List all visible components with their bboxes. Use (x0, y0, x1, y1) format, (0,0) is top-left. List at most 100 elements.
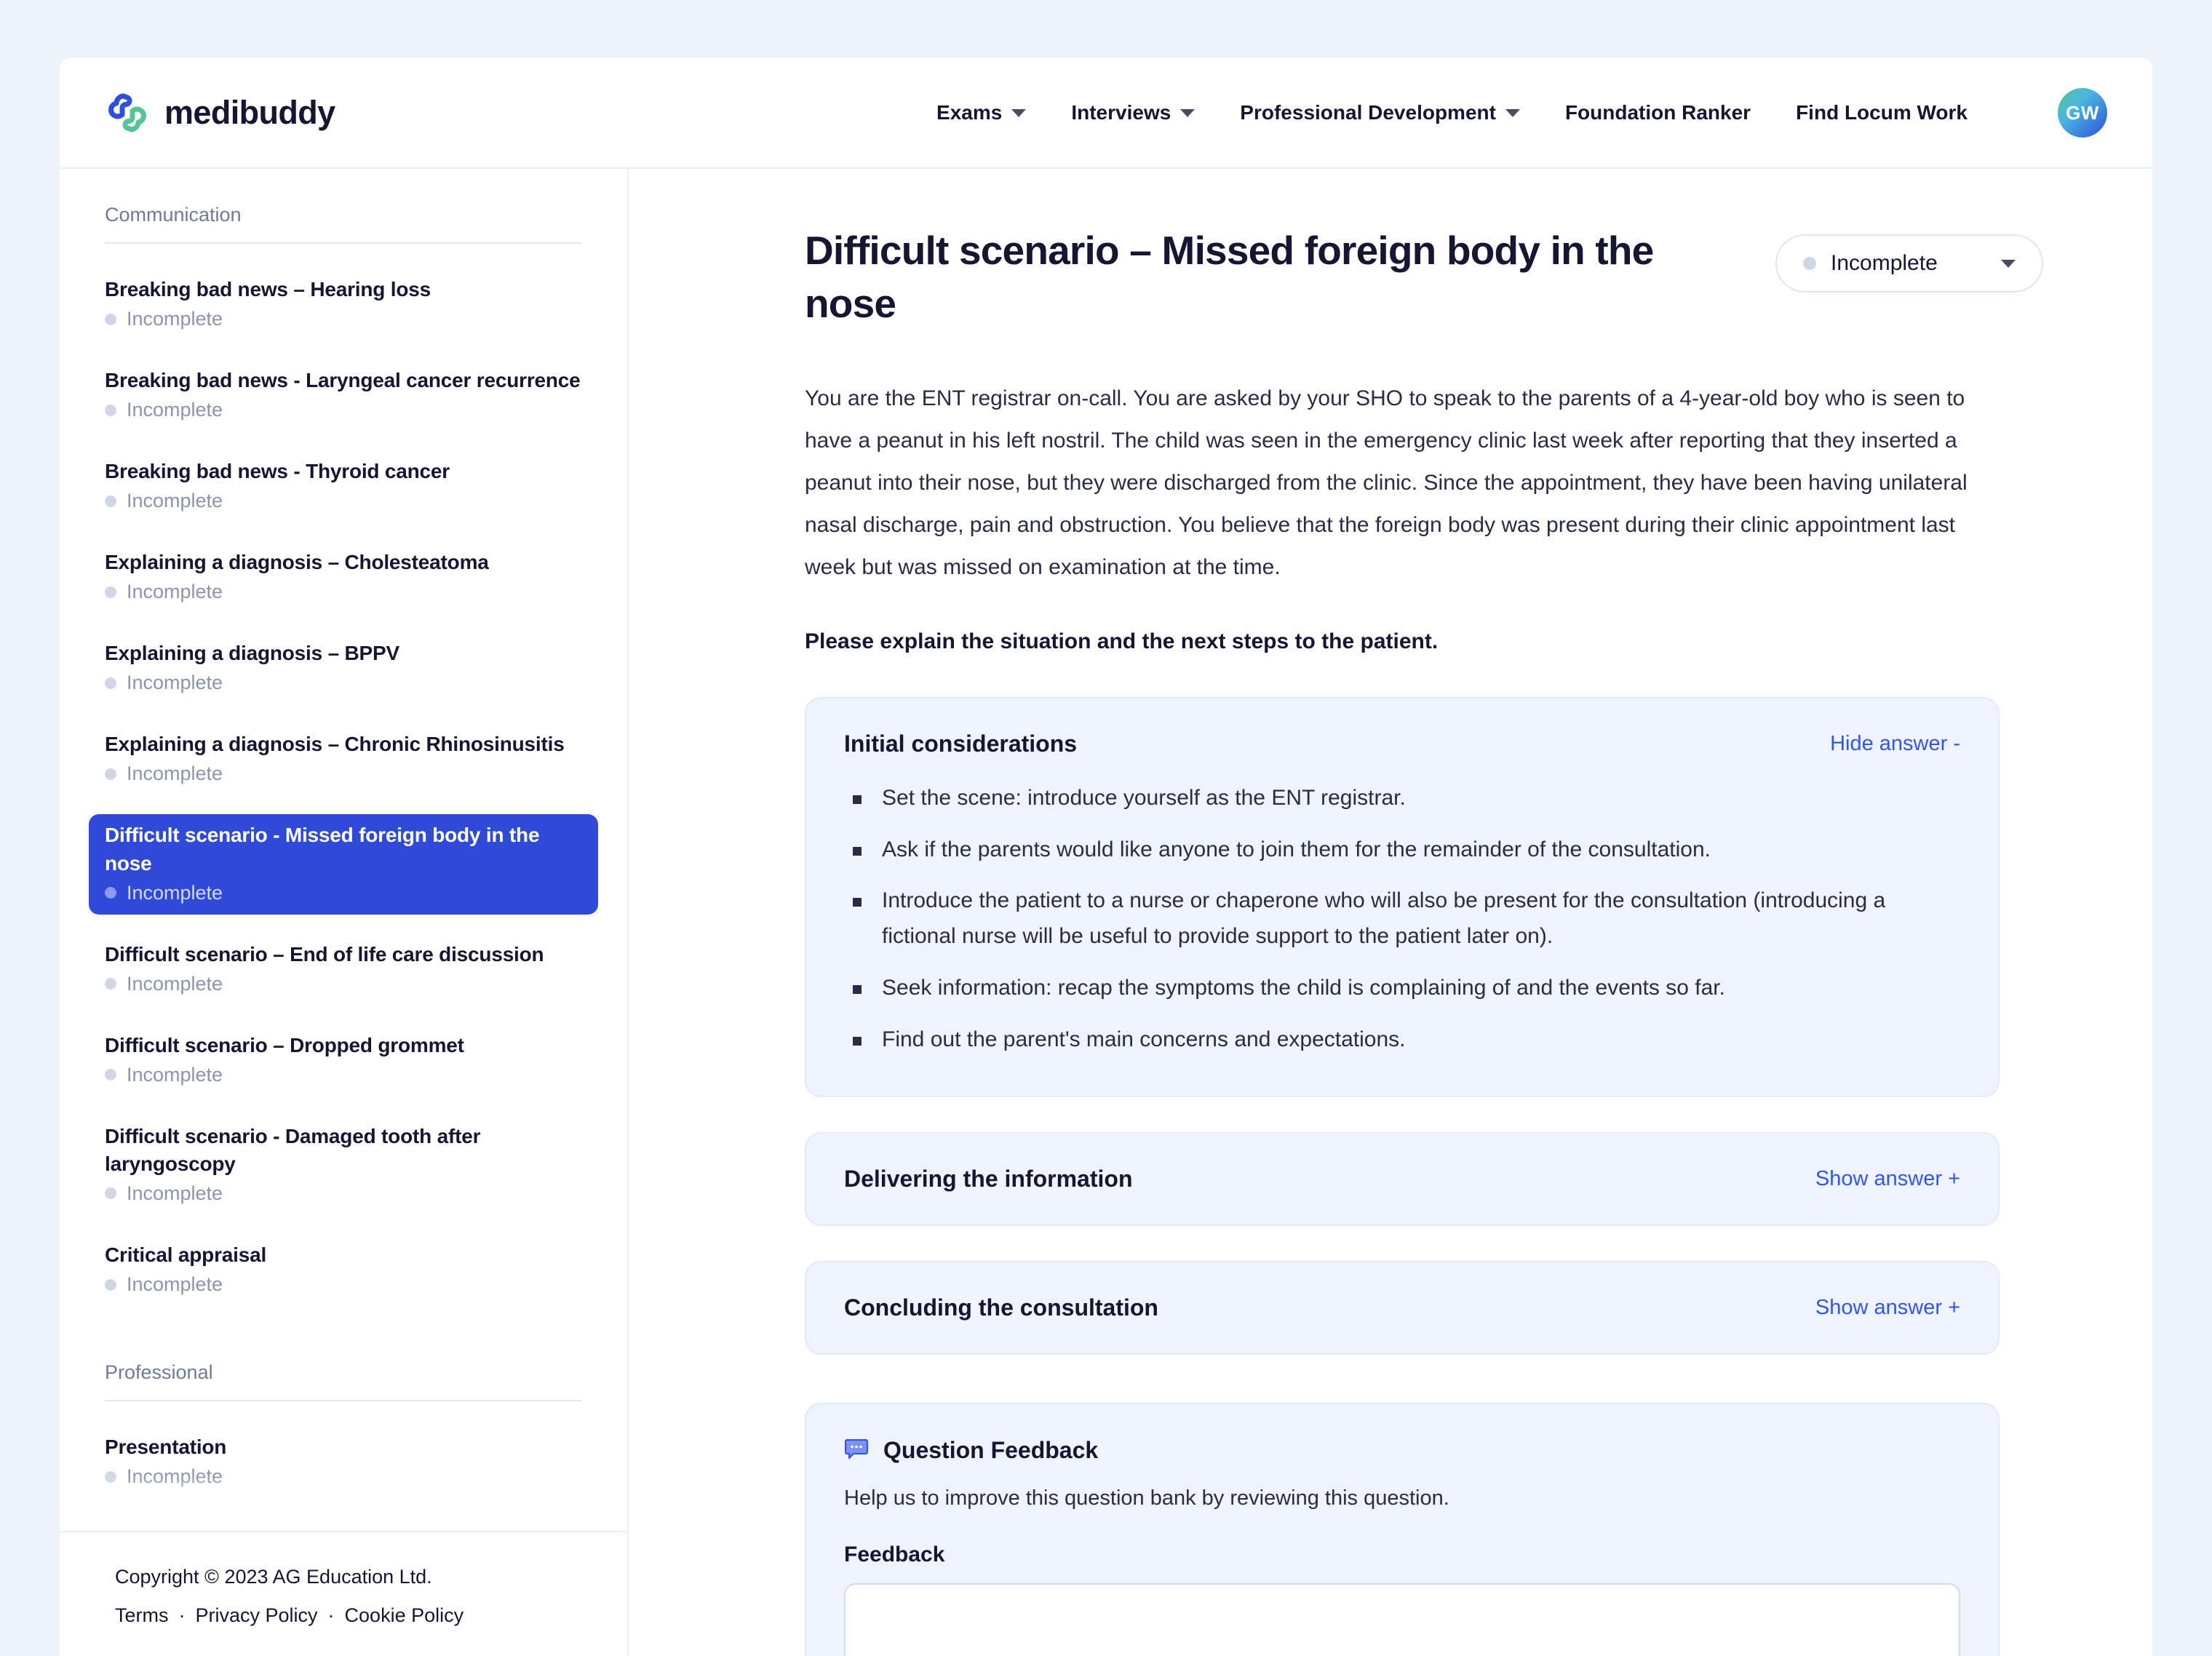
sidebar-item-explaining-a-diagnosis-cholesteatoma[interactable]: Explaining a diagnosis – Cholesteatoma I… (89, 541, 598, 613)
app-window: medibuddy Exams Interviews Professional … (60, 58, 2152, 1656)
sidebar-item-title: Breaking bad news - Laryngeal cancer rec… (105, 369, 581, 392)
privacy-policy-link[interactable]: Privacy Policy (196, 1604, 318, 1627)
list-item: Seek information: recap the symptoms the… (853, 971, 1960, 1006)
sidebar-item-difficult-scenario-end-of-life-care-discussion[interactable]: Difficult scenario – End of life care di… (89, 934, 598, 1006)
sidebar-item-breaking-bad-news-thyroid-cancer[interactable]: Breaking bad news - Thyroid cancer Incom… (89, 450, 598, 522)
nav-item-professional-development[interactable]: Professional Development (1240, 101, 1520, 124)
list-item: Ask if the parents would like anyone to … (853, 832, 1960, 868)
status-label: Incomplete (127, 1063, 223, 1086)
sidebar-item-status: Incomplete (105, 763, 582, 785)
status-dropdown-value: Incomplete (1831, 251, 1938, 275)
sidebar-item-title: Explaining a diagnosis – BPPV (105, 642, 399, 665)
bullet-square-icon (853, 898, 862, 907)
answer-section-title: Delivering the information (844, 1165, 1133, 1192)
sidebar-item-status: Incomplete (105, 581, 582, 603)
sidebar-item-difficult-scenario-damaged-tooth-after-laryngoscopy[interactable]: Difficult scenario - Damaged tooth after… (89, 1115, 598, 1215)
feedback-textarea[interactable] (844, 1583, 1960, 1656)
sidebar-item-breaking-bad-news-hearing-loss[interactable]: Breaking bad news – Hearing loss Incompl… (89, 268, 598, 341)
bullet-square-icon (853, 795, 862, 804)
hide-answer-toggle[interactable]: Hide answer - (1830, 732, 1960, 756)
sidebar-item-explaining-a-diagnosis-bppv[interactable]: Explaining a diagnosis – BPPV Incomplete (89, 632, 598, 704)
status-dot-icon (1803, 257, 1816, 270)
feedback-title: Question Feedback (883, 1436, 1099, 1463)
main-content: Difficult scenario – Missed foreign body… (629, 169, 2152, 1656)
status-label: Incomplete (127, 490, 223, 512)
title-row: Difficult scenario – Missed foreign body… (805, 224, 2043, 330)
answer-bullet-list: Set the scene: introduce yourself as the… (844, 781, 1960, 1058)
separator-dot: · (178, 1604, 186, 1626)
bullet-text: Find out the parent's main concerns and … (882, 1027, 1406, 1052)
bullet-text: Ask if the parents would like anyone to … (882, 837, 1711, 861)
list-item: Introduce the patient to a nurse or chap… (853, 883, 1960, 955)
page-title: Difficult scenario – Missed foreign body… (805, 228, 1654, 326)
sidebar-item-explaining-a-diagnosis-chronic-rhinosinusitis[interactable]: Explaining a diagnosis – Chronic Rhinosi… (89, 723, 598, 795)
sidebar-item-breaking-bad-news-laryngeal-cancer-recurrence[interactable]: Breaking bad news - Laryngeal cancer rec… (89, 359, 598, 431)
bullet-square-icon (853, 1037, 862, 1046)
nav-item-foundation-ranker[interactable]: Foundation Ranker (1565, 101, 1751, 124)
status-dot-icon (105, 1187, 116, 1200)
scenario-instruction: Please explain the situation and the nex… (805, 629, 1439, 653)
speech-bubble-icon (844, 1436, 869, 1465)
nav-label: Foundation Ranker (1564, 101, 1751, 124)
status-dot-icon (105, 887, 116, 899)
bullet-text: Introduce the patient to a nurse or chap… (882, 888, 1886, 949)
sidebar-item-status: Incomplete (105, 973, 582, 995)
terms-link[interactable]: Terms (115, 1604, 169, 1627)
status-dot-icon (105, 586, 116, 598)
brand-name: medibuddy (164, 94, 335, 131)
sidebar-item-difficult-scenario-missed-foreign-body-in-the-nose[interactable]: Difficult scenario - Missed foreign body… (89, 814, 598, 915)
sidebar-item-title: Difficult scenario - Missed foreign body… (105, 824, 540, 875)
status-label: Incomplete (127, 672, 223, 694)
answer-section-concluding-the-consultation: Concluding the consultation Show answer … (805, 1260, 2000, 1355)
status-label: Incomplete (127, 1182, 223, 1204)
chevron-down-icon (2001, 259, 2016, 268)
status-label: Incomplete (127, 1465, 223, 1488)
bullet-square-icon (853, 985, 862, 995)
sidebar-item-title: Breaking bad news - Thyroid cancer (105, 460, 450, 483)
nav-item-interviews[interactable]: Interviews (1071, 101, 1195, 124)
nav-item-find-locum-work[interactable]: Find Locum Work (1796, 101, 1968, 124)
nav-label: Professional Development (1240, 101, 1496, 124)
question-feedback-panel: Question Feedback Help us to improve thi… (805, 1402, 2000, 1656)
show-answer-toggle[interactable]: Show answer + (1815, 1167, 1960, 1191)
status-dot-icon (105, 1470, 116, 1483)
sidebar-group-label-professional: Professional (105, 1361, 582, 1402)
sidebar-item-status: Incomplete (105, 399, 582, 421)
status-dot-icon (105, 404, 116, 416)
list-item: Find out the parent's main concerns and … (853, 1022, 1960, 1058)
sidebar-item-difficult-scenario-dropped-grommet[interactable]: Difficult scenario – Dropped grommet Inc… (89, 1024, 598, 1096)
sidebar-list[interactable]: Communication Breaking bad news – Hearin… (60, 169, 627, 1531)
legal-links: Terms · Privacy Policy · Cookie Policy (115, 1604, 582, 1627)
bullet-text: Seek information: recap the symptoms the… (882, 976, 1725, 1000)
status-label: Incomplete (127, 308, 223, 330)
status-dot-icon (105, 495, 116, 507)
bullet-text: Set the scene: introduce yourself as the… (882, 785, 1406, 810)
sidebar-item-status: Incomplete (105, 308, 582, 330)
feedback-header: Question Feedback (844, 1436, 1960, 1465)
sidebar-item-status: Incomplete (105, 882, 582, 904)
status-dot-icon (105, 677, 116, 689)
nav-item-exams[interactable]: Exams (936, 101, 1027, 124)
status-label: Incomplete (127, 763, 223, 785)
avatar[interactable]: GW (2058, 88, 2107, 138)
chevron-down-icon (1505, 108, 1520, 117)
status-label: Incomplete (127, 581, 223, 603)
sidebar-item-status: Incomplete (105, 1273, 582, 1296)
show-answer-toggle[interactable]: Show answer + (1815, 1296, 1960, 1320)
list-item: Set the scene: introduce yourself as the… (853, 781, 1960, 816)
cookie-policy-link[interactable]: Cookie Policy (345, 1604, 464, 1627)
sidebar-item-critical-appraisal[interactable]: Critical appraisal Incomplete (89, 1234, 598, 1306)
sidebar-item-title: Difficult scenario – Dropped grommet (105, 1033, 464, 1056)
sidebar-item-presentation[interactable]: Presentation Incomplete (89, 1426, 598, 1498)
status-label: Incomplete (127, 1273, 223, 1296)
feedback-field-label: Feedback (844, 1542, 945, 1567)
sidebar-item-status: Incomplete (105, 490, 582, 512)
sidebar-item-title: Presentation (105, 1436, 227, 1459)
brand-logo[interactable]: medibuddy (105, 90, 335, 135)
sidebar-item-title: Explaining a diagnosis – Chronic Rhinosi… (105, 733, 565, 756)
nav-label: Interviews (1071, 101, 1171, 124)
sidebar-item-title: Breaking bad news – Hearing loss (105, 278, 431, 300)
status-dropdown[interactable]: Incomplete (1775, 234, 2043, 292)
sidebar-item-title: Long waiting list (105, 1524, 582, 1531)
sidebar-item-long-waiting-list[interactable]: Long waiting list Incomplete (89, 1517, 598, 1531)
